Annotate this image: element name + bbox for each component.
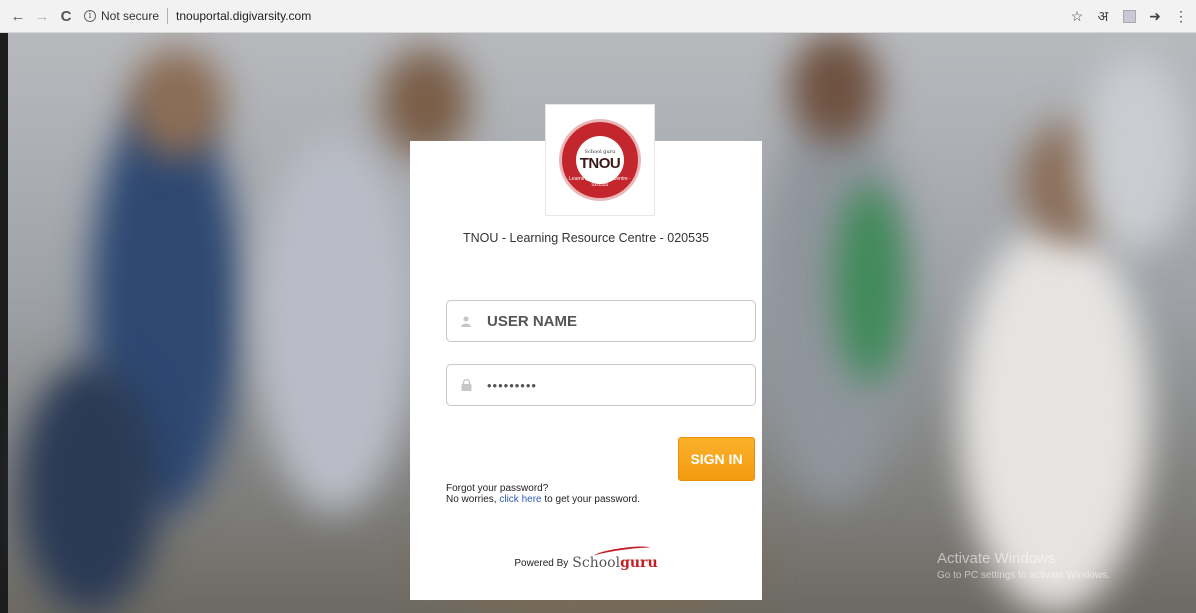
windows-activation-watermark: Activate Windows Go to PC settings to ac… [937, 550, 1110, 581]
watermark-title: Activate Windows [937, 550, 1056, 567]
logo-main-text: TNOU [579, 154, 621, 172]
share-arrow-icon[interactable]: ➜ [1146, 8, 1164, 26]
watermark-subtitle: Go to PC settings to activate Windows. [937, 570, 1110, 581]
translate-icon[interactable]: अ [1094, 8, 1112, 26]
lock-icon [459, 379, 473, 391]
security-status[interactable]: Not secure [101, 9, 159, 23]
browser-toolbar: ← → C i Not secure tnouportal.digivarsit… [0, 0, 1196, 33]
toolbar-actions: ☆ अ ➜ ⋮ [1060, 0, 1190, 33]
address-bar[interactable]: i Not secure tnouportal.digivarsity.com [84, 5, 311, 27]
forgot-line-2: No worries, click here to get your passw… [446, 494, 640, 505]
sign-in-button[interactable]: SIGN IN [678, 437, 755, 481]
user-icon [459, 316, 473, 327]
powered-by: Powered By Schoolguru [410, 544, 762, 571]
centre-title: TNOU - Learning Resource Centre - 020535 [463, 231, 709, 245]
logo-ring-text: Learning Resource Centre · 020535 [569, 176, 631, 188]
extension-icon[interactable] [1120, 8, 1138, 26]
back-arrow-icon[interactable]: ← [8, 6, 28, 26]
click-here-link[interactable]: click here [499, 494, 541, 505]
username-input[interactable] [487, 312, 737, 330]
forgot-password-text: Forgot your password? No worries, click … [446, 483, 640, 505]
info-icon[interactable]: i [84, 10, 96, 22]
username-field[interactable] [446, 300, 756, 342]
forgot-line-1: Forgot your password? [446, 483, 549, 494]
address-divider [167, 8, 169, 24]
powered-by-label: Powered By [514, 557, 569, 569]
reload-icon[interactable]: C [56, 6, 76, 26]
schoolguru-logo: Schoolguru [572, 544, 658, 571]
menu-dots-icon[interactable]: ⋮ [1172, 8, 1190, 26]
tnou-logo: School guru TNOU Learning Resource Centr… [545, 104, 655, 216]
bookmark-star-icon[interactable]: ☆ [1068, 8, 1086, 26]
password-input[interactable] [487, 377, 737, 393]
password-field[interactable] [446, 364, 756, 406]
url-text[interactable]: tnouportal.digivarsity.com [176, 9, 311, 23]
logo-seal: School guru TNOU Learning Resource Centr… [559, 119, 641, 201]
forward-arrow-icon[interactable]: → [32, 6, 52, 26]
